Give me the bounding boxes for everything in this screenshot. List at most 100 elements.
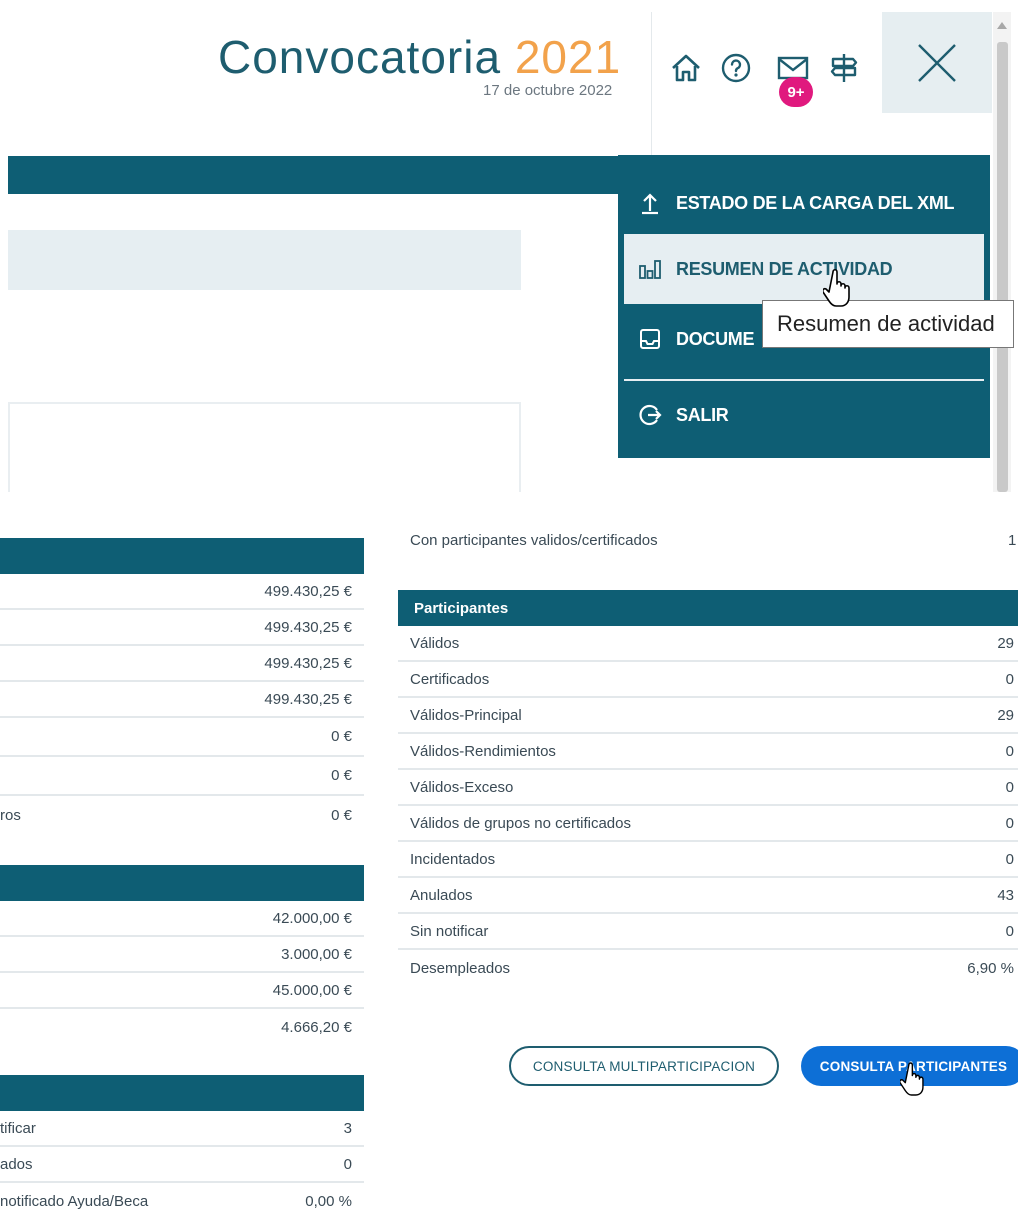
table-row: Válidos-Rendimientos 0 — [398, 734, 1018, 770]
row-value: 29 — [997, 634, 1014, 652]
menu-item-resumen-actividad[interactable]: RESUMEN DE ACTIVIDAD — [624, 234, 984, 304]
row-label: notificado Ayuda/Beca — [0, 1192, 149, 1210]
table-row: notificado Ayuda/Beca 0,00 % — [0, 1183, 364, 1219]
row-value: 3 — [343, 1119, 352, 1137]
table-row: Desempleados 6,90 % — [398, 950, 1018, 986]
signpost-icon[interactable] — [826, 50, 862, 86]
home-icon[interactable] — [668, 50, 704, 86]
row-value: 6,90 % — [967, 959, 1014, 977]
menu-item-label: ESTADO DE LA CARGA DEL XML — [676, 192, 955, 213]
section-header — [0, 865, 364, 901]
help-icon[interactable] — [718, 50, 754, 86]
row-value: 0 — [1005, 922, 1014, 940]
tray-icon — [640, 329, 660, 349]
top-screenshot: Convocatoria 2021 17 de octubre 2022 9+ … — [0, 0, 1018, 492]
row-label: Válidos-Rendimientos — [410, 742, 556, 760]
row-value: 499.430,25 € — [264, 654, 352, 672]
menu-item-label: DOCUME — [676, 328, 755, 349]
row-value: 0 € — [331, 728, 352, 745]
menu-divider — [624, 379, 984, 381]
row-label: Certificados — [410, 670, 490, 688]
scroll-up-arrow[interactable] — [997, 22, 1007, 29]
row-value: 45.000,00 € — [272, 981, 352, 999]
participantes-panel: Participantes Válidos 29 Certificados 0 Vá… — [398, 590, 1018, 986]
menu-item-estado-carga-xml[interactable]: ESTADO DE LA CARGA DEL XML — [618, 179, 990, 227]
upload-icon — [642, 193, 658, 215]
table-row: Sin notificar 0 — [398, 914, 1018, 950]
row-value: 29 — [997, 706, 1014, 724]
row-label: Válidos-Principal — [410, 706, 522, 724]
info-band — [8, 230, 521, 290]
table-row: Válidos de grupos no certificados 0 — [398, 806, 1018, 842]
content-card — [8, 402, 521, 492]
table-row: Válidos 29 — [398, 626, 1018, 662]
row-value: 0,00 % — [305, 1192, 352, 1210]
row-label: Incidentados — [410, 850, 496, 868]
row-value: 0 — [1005, 850, 1014, 868]
table-row: Anulados 43 — [398, 878, 1018, 914]
table-row: tificar 3 — [0, 1111, 364, 1147]
row-value: 0 € — [331, 807, 352, 824]
table-row: Certificados 0 — [398, 662, 1018, 698]
scrollbar[interactable] — [993, 12, 1011, 492]
table-row: 3.000,00 € — [0, 937, 364, 973]
row-label: Válidos-Exceso — [410, 778, 514, 796]
row-value: 0 — [1005, 742, 1014, 760]
row-value: 43 — [997, 886, 1014, 904]
section-header — [0, 1075, 364, 1111]
tooltip: Resumen de actividad — [762, 300, 1014, 348]
row-value: 0 — [1005, 814, 1014, 832]
row-value: 499.430,25 € — [264, 582, 352, 600]
table-row: Válidos-Principal 29 — [398, 698, 1018, 734]
row-label: Válidos de grupos no certificados — [410, 814, 631, 832]
row-value: 0 — [343, 1155, 352, 1173]
row-value: 42.000,00 € — [272, 909, 352, 927]
table-row: 499.430,25 € — [0, 574, 364, 610]
table-row: Válidos-Exceso 0 — [398, 770, 1018, 806]
mail-badge: 9+ — [779, 77, 813, 107]
top-row-label: Con participantes validos/certificados — [410, 532, 658, 549]
title-text: Convocatoria — [218, 31, 502, 83]
logout-icon — [639, 404, 662, 426]
header-band — [8, 156, 638, 194]
table-row: 499.430,25 € — [0, 610, 364, 646]
hand-cursor-icon — [823, 268, 850, 307]
close-icon — [918, 43, 956, 82]
table-row: 499.430,25 € — [0, 682, 364, 718]
row-label: ados — [0, 1155, 33, 1173]
consulta-multiparticipacion-button[interactable]: CONSULTA MULTIPARTICIPACION — [509, 1046, 779, 1086]
row-value: 0 € — [331, 767, 352, 784]
scroll-thumb[interactable] — [997, 42, 1008, 492]
row-value: 0 — [1005, 778, 1014, 796]
row-value: 3.000,00 € — [281, 945, 352, 963]
menu-item-label: SALIR — [676, 404, 729, 425]
header-divider — [651, 12, 652, 157]
title-year: 2021 — [514, 31, 622, 83]
row-value: 499.430,25 € — [264, 690, 352, 708]
close-button[interactable] — [882, 12, 992, 113]
menu-item-label: RESUMEN DE ACTIVIDAD — [676, 258, 893, 279]
top-row-value: 1 — [1008, 532, 1017, 549]
table-row: ados 0 — [0, 1147, 364, 1183]
page-date: 17 de octubre 2022 — [483, 82, 613, 99]
row-label: Desempleados — [410, 959, 511, 977]
page-title: Convocatoria 2021 — [218, 30, 621, 84]
row-label: Sin notificar — [410, 922, 489, 940]
row-label: tificar — [0, 1119, 36, 1137]
row-label: Anulados — [410, 886, 473, 904]
menu-item-salir[interactable]: SALIR — [618, 391, 990, 439]
table-row: 0 € — [0, 757, 364, 796]
table-row: 4.666,20 € — [0, 1009, 364, 1045]
table-row: 0 € — [0, 718, 364, 757]
bar-chart-icon — [639, 260, 661, 279]
table-row: 42.000,00 € — [0, 901, 364, 937]
row-label: ros — [0, 807, 21, 824]
row-label: Válidos — [410, 634, 460, 652]
table-row: 45.000,00 € — [0, 973, 364, 1009]
table-row: ros 0 € — [0, 796, 364, 835]
table-row: 499.430,25 € — [0, 646, 364, 682]
table-row: Incidentados 0 — [398, 842, 1018, 878]
row-value: 4.666,20 € — [281, 1018, 352, 1036]
row-value: 0 — [1005, 670, 1014, 688]
section-header-participantes: Participantes — [398, 590, 1018, 626]
